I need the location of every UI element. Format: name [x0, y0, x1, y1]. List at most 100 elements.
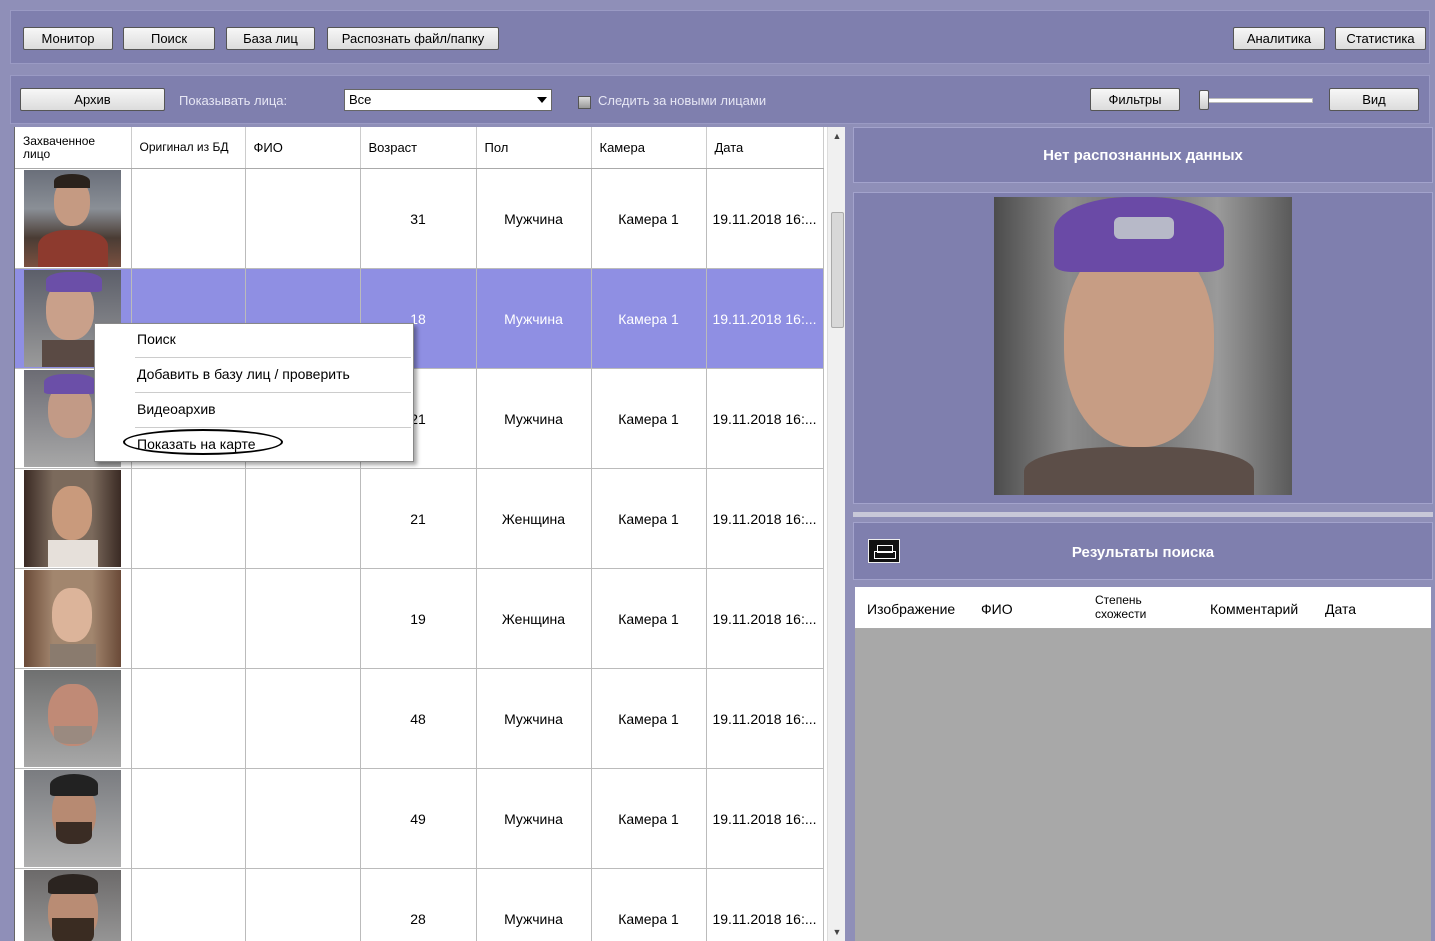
- face-thumbnail: [24, 670, 122, 767]
- zoom-slider-track[interactable]: [1203, 98, 1313, 103]
- panel-splitter[interactable]: [853, 512, 1433, 517]
- search-button[interactable]: Поиск: [123, 27, 215, 50]
- results-column-date[interactable]: Дата: [1325, 601, 1356, 617]
- name-cell: [245, 168, 361, 269]
- follow-new-checkbox[interactable]: [578, 96, 591, 109]
- follow-new-label: Следить за новыми лицами: [598, 93, 767, 108]
- date-cell: 19.11.2018 16:...: [706, 668, 824, 769]
- captured-face-cell: [15, 768, 132, 869]
- original-face-cell: [131, 668, 246, 769]
- statistics-button[interactable]: Статистика: [1335, 27, 1426, 50]
- results-column-comment[interactable]: Комментарий: [1210, 601, 1298, 617]
- captured-face-cell: [15, 168, 132, 269]
- scroll-down-icon[interactable]: ▼: [828, 923, 845, 941]
- table-header-row: Захваченное лицо Оригинал из БД ФИО Возр…: [15, 127, 824, 169]
- camera-cell: Камера 1: [591, 268, 707, 369]
- original-face-cell: [131, 768, 246, 869]
- results-title: Результаты поиска: [1071, 544, 1215, 561]
- results-column-name[interactable]: ФИО: [981, 601, 1013, 617]
- face-thumbnail: [24, 770, 122, 867]
- show-faces-select[interactable]: Все: [344, 89, 552, 111]
- search-results-header: Результаты поиска: [853, 522, 1433, 580]
- face-preview-panel: [853, 192, 1433, 504]
- age-cell: 31: [360, 168, 477, 269]
- column-header-original[interactable]: Оригинал из БД: [131, 127, 246, 169]
- camera-cell: Камера 1: [591, 868, 707, 941]
- main-toolbar: Монитор Поиск База лиц Распознать файл/п…: [10, 10, 1430, 64]
- scrollbar-thumb[interactable]: [831, 212, 844, 328]
- name-cell: [245, 768, 361, 869]
- menu-item-add-to-db[interactable]: Добавить в базу лиц / проверить: [137, 366, 350, 382]
- view-button[interactable]: Вид: [1329, 88, 1419, 111]
- highlight-circle: [123, 429, 283, 455]
- date-cell: 19.11.2018 16:...: [706, 168, 824, 269]
- results-column-image[interactable]: Изображение: [867, 601, 955, 617]
- search-results-table: Изображение ФИО Степень схожести Коммент…: [855, 587, 1431, 941]
- face-thumbnail: [24, 570, 122, 667]
- gender-cell: Женщина: [476, 468, 592, 569]
- recognized-data-header: Нет распознанных данных: [853, 127, 1433, 183]
- analytics-button[interactable]: Аналитика: [1233, 27, 1325, 50]
- date-cell: 19.11.2018 16:...: [706, 268, 824, 369]
- age-cell: 49: [360, 768, 477, 869]
- gender-cell: Мужчина: [476, 368, 592, 469]
- age-cell: 19: [360, 568, 477, 669]
- results-column-similarity[interactable]: Степень схожести: [1095, 593, 1165, 621]
- original-face-cell: [131, 168, 246, 269]
- table-row[interactable]: 19 Женщина Камера 1 19.11.2018 16:...: [15, 568, 824, 669]
- table-row[interactable]: 31 Мужчина Камера 1 19.11.2018 16:...: [15, 168, 824, 269]
- zoom-slider-thumb[interactable]: [1199, 90, 1209, 110]
- original-face-cell: [131, 568, 246, 669]
- filter-toolbar: Архив Показывать лица: Все Следить за но…: [10, 75, 1430, 124]
- gender-cell: Мужчина: [476, 268, 592, 369]
- column-header-date[interactable]: Дата: [706, 127, 824, 169]
- face-db-button[interactable]: База лиц: [226, 27, 315, 50]
- camera-cell: Камера 1: [591, 368, 707, 469]
- date-cell: 19.11.2018 16:...: [706, 868, 824, 941]
- column-header-captured[interactable]: Захваченное лицо: [15, 127, 132, 169]
- column-header-gender[interactable]: Пол: [476, 127, 592, 169]
- face-thumbnail: [24, 170, 122, 267]
- captured-face-cell: [15, 568, 132, 669]
- date-cell: 19.11.2018 16:...: [706, 468, 824, 569]
- menu-item-video-archive[interactable]: Видеоархив: [137, 401, 216, 417]
- original-face-cell: [131, 868, 246, 941]
- captured-face-cell: [15, 668, 132, 769]
- face-thumbnail: [24, 470, 122, 567]
- monitor-button[interactable]: Монитор: [23, 27, 113, 50]
- column-header-age[interactable]: Возраст: [360, 127, 477, 169]
- table-row[interactable]: 28 Мужчина Камера 1 19.11.2018 16:...: [15, 868, 824, 941]
- gender-cell: Мужчина: [476, 168, 592, 269]
- faces-table-body: Захваченное лицо Оригинал из БД ФИО Возр…: [15, 127, 824, 941]
- camera-cell: Камера 1: [591, 168, 707, 269]
- column-header-name[interactable]: ФИО: [245, 127, 361, 169]
- name-cell: [245, 668, 361, 769]
- camera-cell: Камера 1: [591, 568, 707, 669]
- column-header-camera[interactable]: Камера: [591, 127, 707, 169]
- context-menu: Поиск Добавить в базу лиц / проверить Ви…: [94, 323, 414, 462]
- menu-item-search[interactable]: Поиск: [137, 331, 176, 347]
- table-row[interactable]: 48 Мужчина Камера 1 19.11.2018 16:...: [15, 668, 824, 769]
- filters-button[interactable]: Фильтры: [1090, 88, 1180, 111]
- gender-cell: Мужчина: [476, 868, 592, 941]
- table-scrollbar[interactable]: ▲ ▼: [827, 127, 845, 941]
- camera-cell: Камера 1: [591, 668, 707, 769]
- results-header-row: Изображение ФИО Степень схожести Коммент…: [855, 587, 1431, 629]
- gender-cell: Женщина: [476, 568, 592, 669]
- name-cell: [245, 868, 361, 941]
- menu-separator: [135, 357, 411, 358]
- menu-separator: [135, 392, 411, 393]
- face-thumbnail: [24, 870, 122, 941]
- recognize-file-button[interactable]: Распознать файл/папку: [327, 27, 499, 50]
- date-cell: 19.11.2018 16:...: [706, 568, 824, 669]
- table-row[interactable]: 21 Женщина Камера 1 19.11.2018 16:...: [15, 468, 824, 569]
- original-face-cell: [131, 468, 246, 569]
- table-row[interactable]: 49 Мужчина Камера 1 19.11.2018 16:...: [15, 768, 824, 869]
- captured-face-cell: [15, 468, 132, 569]
- camera-cell: Камера 1: [591, 768, 707, 869]
- date-cell: 19.11.2018 16:...: [706, 768, 824, 869]
- archive-button[interactable]: Архив: [20, 88, 165, 111]
- faces-table: Захваченное лицо Оригинал из БД ФИО Возр…: [14, 127, 845, 941]
- scroll-up-icon[interactable]: ▲: [828, 127, 845, 145]
- date-cell: 19.11.2018 16:...: [706, 368, 824, 469]
